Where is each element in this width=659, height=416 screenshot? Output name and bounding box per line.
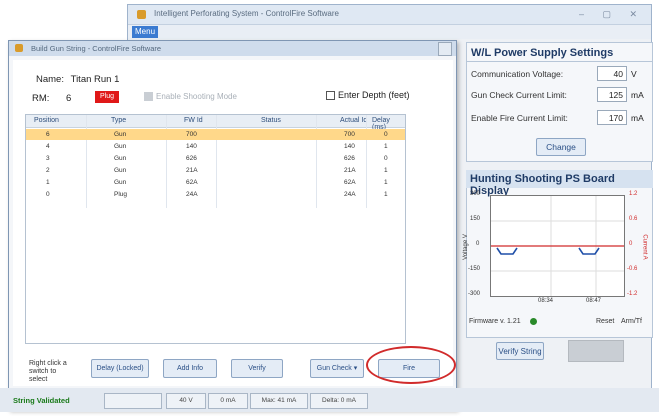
window-controls[interactable]: – ▢ ✕ bbox=[579, 9, 645, 20]
delay-button[interactable]: Delay (Locked) bbox=[91, 359, 149, 378]
gun-check-label: Gun Check Current Limit: bbox=[471, 90, 567, 100]
gun-check-button[interactable]: Gun Check ▾ bbox=[310, 359, 364, 378]
name-value: Titan Run 1 bbox=[70, 74, 120, 85]
shooting-display-title: Hunting Shooting PS Board Display bbox=[470, 173, 615, 197]
dialog-title: Build Gun String - ControlFire Software bbox=[31, 44, 162, 53]
bottom-hint: Right click a switch to select bbox=[29, 360, 67, 383]
gun-check-row: Gun Check Current Limit: 125 mA bbox=[471, 87, 649, 103]
left-tick-1: 150 bbox=[470, 216, 481, 222]
rm-value: 6 bbox=[66, 93, 72, 104]
col-fw-id[interactable]: FW Id bbox=[184, 117, 203, 124]
enable-fire-label: Enable Fire Current Limit: bbox=[471, 113, 568, 123]
gun-check-unit: mA bbox=[631, 90, 644, 100]
right-tick-3: -0.6 bbox=[627, 266, 638, 272]
enter-depth-label[interactable]: Enter Depth (feet) bbox=[338, 90, 410, 100]
left-tick-0: 300 bbox=[470, 191, 481, 197]
highlight-circle bbox=[366, 346, 456, 384]
right-axis-label: Current A bbox=[641, 234, 648, 260]
x-tick-0: 08:34 bbox=[538, 298, 554, 304]
status-text: String Validated bbox=[13, 396, 70, 405]
status-box-empty bbox=[104, 393, 162, 409]
comm-voltage-input[interactable]: 40 bbox=[597, 66, 627, 81]
disabled-checkbox bbox=[144, 92, 153, 101]
table-row[interactable]: 4 Gun 140 140 1 bbox=[26, 141, 405, 152]
name-label: Name: bbox=[36, 74, 64, 85]
gun-check-input[interactable]: 125 bbox=[597, 87, 627, 102]
comm-voltage-row: Communication Voltage: 40 V bbox=[471, 66, 649, 82]
x-tick-1: 08:47 bbox=[586, 298, 602, 304]
enter-depth-checkbox[interactable] bbox=[326, 91, 335, 100]
left-tick-3: -150 bbox=[468, 266, 481, 272]
col-actual-id[interactable]: Actual Id bbox=[340, 117, 367, 124]
status-voltage: 40 V bbox=[166, 393, 206, 409]
main-window-title: Intelligent Perforating System - Control… bbox=[154, 9, 339, 18]
arm-label[interactable]: Arm/Tf bbox=[621, 318, 642, 325]
status-max: Max: 41 mA bbox=[250, 393, 308, 409]
comm-voltage-unit: V bbox=[631, 69, 637, 79]
add-info-button[interactable]: Add Info bbox=[163, 359, 217, 378]
scope-svg bbox=[491, 196, 624, 296]
disabled-checkbox-label: Enable Shooting Mode bbox=[156, 92, 237, 101]
main-title-bar: Intelligent Perforating System - Control… bbox=[128, 5, 651, 25]
verify-string-button[interactable]: Verify String bbox=[496, 342, 544, 360]
enable-fire-row: Enable Fire Current Limit: 170 mA bbox=[471, 110, 649, 126]
table-row[interactable]: 3 Gun 626 626 0 bbox=[26, 153, 405, 164]
col-status[interactable]: Status bbox=[261, 117, 281, 124]
app-icon bbox=[137, 10, 146, 19]
table-row[interactable]: 1 Gun 62A 62A 1 bbox=[26, 177, 405, 188]
plug-badge: Plug bbox=[95, 91, 119, 103]
status-indicator-icon bbox=[530, 318, 537, 325]
left-tick-2: 0 bbox=[476, 241, 480, 247]
dialog-close-icon[interactable] bbox=[438, 42, 452, 56]
table-row[interactable]: 6 Gun 700 700 0 bbox=[26, 129, 405, 140]
col-type[interactable]: Type bbox=[111, 117, 126, 124]
right-tick-1: 0.6 bbox=[629, 216, 638, 222]
left-tick-4: -300 bbox=[468, 291, 481, 297]
status-delta: Delta: 0 mA bbox=[310, 393, 368, 409]
firmware-label: Firmware v. 1.21 bbox=[469, 318, 521, 325]
comm-voltage-label: Communication Voltage: bbox=[471, 69, 564, 79]
menu-bar: Menu bbox=[128, 25, 651, 39]
name-row: Name: Titan Run 1 bbox=[36, 74, 119, 85]
enable-fire-input[interactable]: 170 bbox=[597, 110, 627, 125]
shooting-display-header: Hunting Shooting PS Board Display bbox=[466, 170, 653, 197]
status-current: 0 mA bbox=[208, 393, 248, 409]
gun-string-table: Position Type FW Id Status Actual Id Del… bbox=[25, 114, 406, 344]
table-row[interactable]: 0 Plug 24A 24A 1 bbox=[26, 189, 405, 200]
reset-label[interactable]: Reset bbox=[596, 318, 614, 325]
right-tick-2: 0 bbox=[629, 241, 633, 247]
menu-button[interactable]: Menu bbox=[132, 26, 159, 38]
change-button[interactable]: Change bbox=[536, 138, 586, 156]
scope-plot bbox=[490, 195, 625, 297]
col-position[interactable]: Position bbox=[34, 117, 59, 124]
enable-fire-unit: mA bbox=[631, 113, 644, 123]
right-tick-0: 1.2 bbox=[629, 191, 638, 197]
left-axis-label: Voltage V bbox=[462, 234, 469, 260]
right-tick-4: -1.2 bbox=[627, 291, 638, 297]
power-supply-title: W/L Power Supply Settings bbox=[471, 47, 614, 59]
dialog-icon bbox=[15, 44, 23, 52]
dialog-title-bar: Build Gun String - ControlFire Software bbox=[9, 41, 456, 56]
table-row[interactable]: 2 Gun 21A 21A 1 bbox=[26, 165, 405, 176]
rm-label: RM: bbox=[32, 93, 50, 104]
verify-button[interactable]: Verify bbox=[231, 359, 283, 378]
disabled-button bbox=[568, 340, 624, 362]
